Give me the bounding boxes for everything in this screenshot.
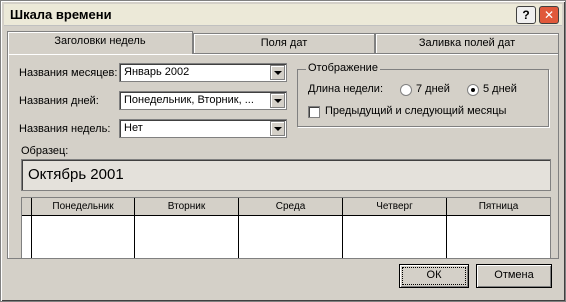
sample-month-title: Октябрь 2001 <box>21 159 551 191</box>
window-title: Шкала времени <box>10 7 112 22</box>
tab-strip: Заголовки недель Поля дат Заливка полей … <box>7 31 559 54</box>
weekday-label: Среда <box>275 201 306 212</box>
month-names-label: Названия месяцев: <box>19 67 118 79</box>
month-names-value: Январь 2002 <box>124 66 190 78</box>
prev-next-months-checkbox[interactable] <box>308 106 320 118</box>
week-names-label: Названия недель: <box>19 123 111 135</box>
month-names-select[interactable]: Январь 2002 <box>119 63 287 82</box>
close-button[interactable]: ✕ <box>539 6 559 24</box>
help-button[interactable]: ? <box>516 6 536 24</box>
radio-5-days[interactable] <box>467 84 479 96</box>
day-names-label: Названия дней: <box>19 95 99 107</box>
day-names-select[interactable]: Понедельник, Вторник, ... <box>119 91 287 110</box>
radio-5-days-label[interactable]: 5 дней <box>483 83 517 95</box>
ok-button[interactable]: ОК <box>399 264 469 288</box>
title-bar: Шкала времени ? ✕ <box>4 4 562 26</box>
prev-next-months-label[interactable]: Предыдущий и следующий месяцы <box>325 105 506 117</box>
calendar-day-column: Понедельник <box>32 198 135 258</box>
week-names-value: Нет <box>124 122 143 134</box>
timescale-dialog: Шкала времени ? ✕ Заголовки недель Поля … <box>0 0 566 302</box>
calendar-day-column: Вторник <box>135 198 239 258</box>
chevron-down-icon[interactable] <box>270 121 285 136</box>
calendar-day-column: Среда <box>239 198 343 258</box>
calendar-day-column: Пятница <box>447 198 550 258</box>
sample-calendar: Понедельник Вторник Среда Четверг Пятниц… <box>21 197 551 259</box>
week-names-select[interactable]: Нет <box>119 119 287 138</box>
sample-label: Образец: <box>21 145 69 157</box>
display-group-title: Отображение <box>306 62 380 74</box>
tab-date-fields[interactable]: Поля дат <box>193 33 375 53</box>
calendar-week-column <box>22 198 32 258</box>
weekday-label: Понедельник <box>52 201 114 212</box>
day-names-value: Понедельник, Вторник, ... <box>124 94 254 106</box>
chevron-down-icon[interactable] <box>270 65 285 80</box>
calendar-day-column: Четверг <box>343 198 447 258</box>
tab-date-fill[interactable]: Заливка полей дат <box>375 33 559 53</box>
weekday-label: Четверг <box>376 201 413 212</box>
week-length-label: Длина недели: <box>308 83 384 95</box>
weekday-label: Вторник <box>167 201 206 212</box>
weekday-label: Пятница <box>478 201 519 212</box>
cancel-button[interactable]: Отмена <box>476 264 552 288</box>
display-group: Отображение Длина недели: 7 дней 5 дней … <box>297 62 549 127</box>
chevron-down-icon[interactable] <box>270 93 285 108</box>
radio-7-days-label[interactable]: 7 дней <box>416 83 450 95</box>
radio-7-days[interactable] <box>400 84 412 96</box>
tab-week-headings[interactable]: Заголовки недель <box>7 31 193 54</box>
